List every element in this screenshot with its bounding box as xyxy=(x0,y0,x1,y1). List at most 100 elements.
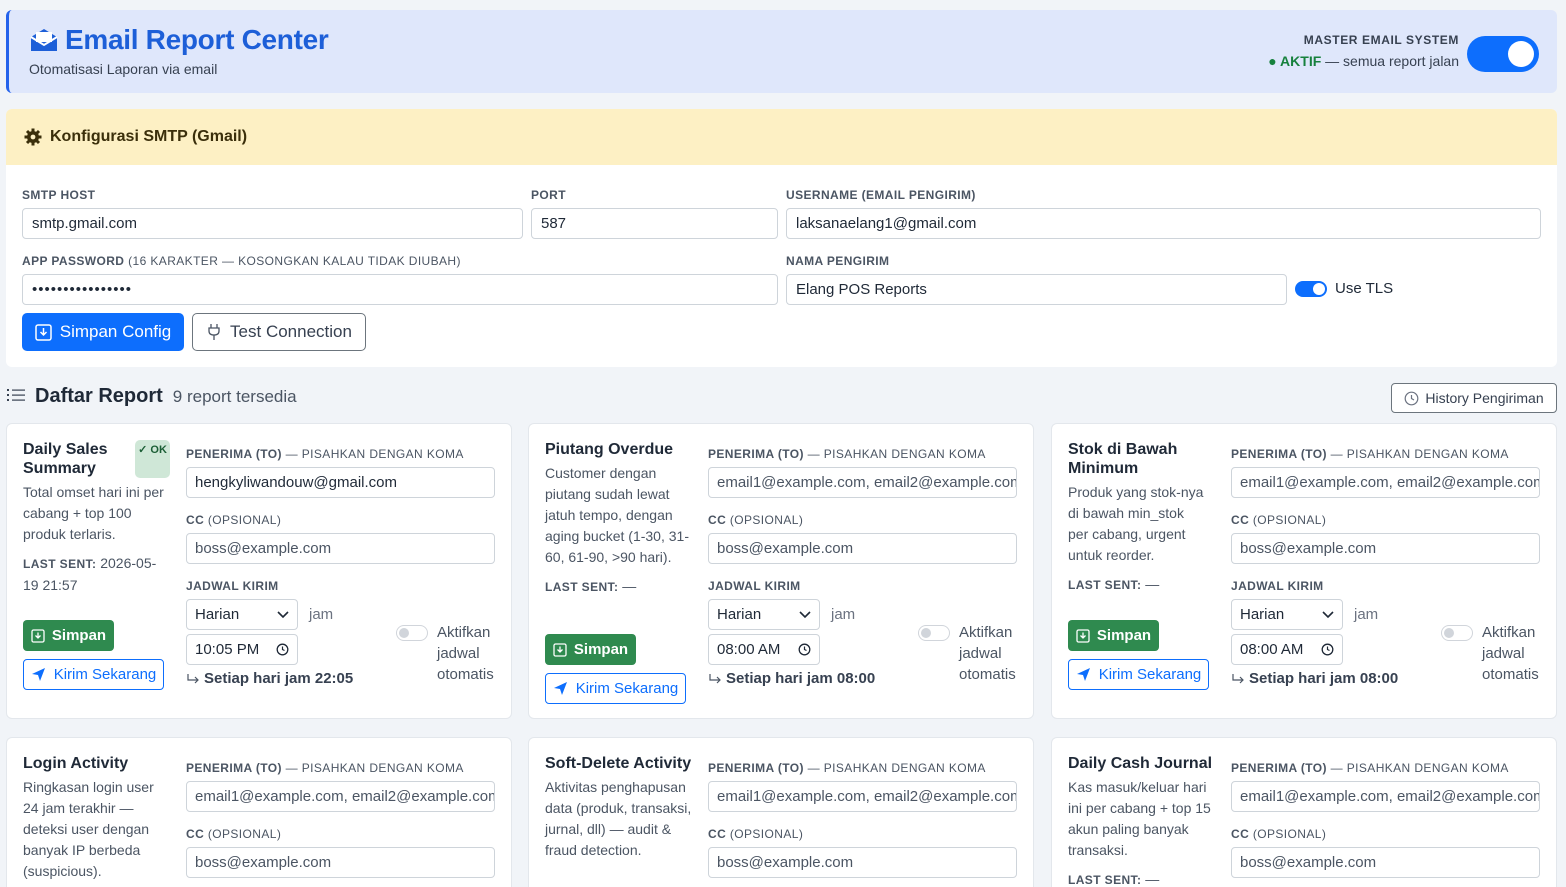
last-sent: LAST SENT: — xyxy=(1068,574,1208,596)
simpan-button[interactable]: Simpan xyxy=(1068,620,1159,651)
sender-name-input[interactable]: Elang POS Reports xyxy=(786,274,1287,305)
port-input[interactable]: 587 xyxy=(531,208,778,239)
cc-label: CC (OPSIONAL) xyxy=(186,827,281,841)
username-label: USERNAME (EMAIL PENGIRIM) xyxy=(786,188,976,202)
last-sent-label: LAST SENT: xyxy=(545,580,619,594)
frequency-select[interactable]: Harian xyxy=(708,599,820,630)
auto-schedule-toggle[interactable] xyxy=(918,625,950,641)
schedule-label: JADWAL KIRIM xyxy=(186,579,279,593)
schedule-summary: Setiap hari jam 22:05 xyxy=(186,670,353,687)
to-label-text: PENERIMA (TO) xyxy=(186,761,282,775)
to-input[interactable]: email1@example.com, email2@example.com xyxy=(186,781,495,812)
report-title: Piutang Overdue xyxy=(545,441,674,458)
cc-label-hint: (OPSIONAL) xyxy=(726,513,804,527)
page-title: Email Report Center xyxy=(65,24,329,55)
report-title: Stok di Bawah Minimum xyxy=(1068,441,1178,477)
username-input[interactable]: laksanaelang1@gmail.com xyxy=(786,208,1541,239)
last-sent-value: — xyxy=(1145,871,1160,887)
time-input[interactable]: 08:00 AM xyxy=(1231,634,1343,665)
cc-input[interactable]: boss@example.com xyxy=(1231,533,1540,564)
report-card-stok-minimum: Stok di Bawah Minimum Produk yang stok-n… xyxy=(1051,423,1557,719)
test-connection-button[interactable]: Test Connection xyxy=(192,313,366,351)
cc-label-text: CC xyxy=(1231,827,1250,841)
schedule-summary: Setiap hari jam 08:00 xyxy=(708,670,875,687)
cc-input[interactable]: boss@example.com xyxy=(186,847,495,878)
smtp-config-header: Konfigurasi SMTP (Gmail) xyxy=(6,109,1557,165)
to-label-text: PENERIMA (TO) xyxy=(708,761,804,775)
time-input[interactable]: 10:05 PM xyxy=(186,634,298,665)
time-value: 08:00 AM xyxy=(717,641,781,658)
gear-icon xyxy=(24,128,42,146)
to-input[interactable]: email1@example.com, email2@example.com xyxy=(708,467,1017,498)
simpan-button[interactable]: Simpan xyxy=(545,634,636,665)
last-sent-value: — xyxy=(1145,576,1160,592)
cc-label: CC (OPSIONAL) xyxy=(708,513,803,527)
auto-schedule-label: Aktifkan jadwal otomatis xyxy=(959,624,1016,683)
auto-schedule-toggle[interactable] xyxy=(1441,625,1473,641)
master-status: ● AKTIF — semua report jalan xyxy=(1268,53,1459,69)
use-tls-toggle[interactable] xyxy=(1295,280,1327,297)
to-input[interactable]: email1@example.com, email2@example.com xyxy=(1231,781,1540,812)
smtp-host-input[interactable]: smtp.gmail.com xyxy=(22,208,523,239)
cc-input[interactable]: boss@example.com xyxy=(708,533,1017,564)
frequency-value: Harian xyxy=(1240,606,1285,623)
return-arrow-icon xyxy=(186,673,200,685)
to-label-hint: — PISAHKAN DENGAN KOMA xyxy=(1326,761,1509,775)
schedule-label: JADWAL KIRIM xyxy=(1231,579,1324,593)
app-password-label-text: APP PASSWORD xyxy=(22,254,125,268)
history-button[interactable]: History Pengiriman xyxy=(1391,383,1557,413)
use-tls-label: Use TLS xyxy=(1335,280,1394,297)
master-toggle[interactable] xyxy=(1467,36,1539,72)
simpan-button[interactable]: Simpan xyxy=(23,620,114,651)
simpan-label: Simpan xyxy=(51,627,107,644)
app-password-label: APP PASSWORD (16 KARAKTER — KOSONGKAN KA… xyxy=(22,254,461,268)
use-tls-switch[interactable]: Use TLS xyxy=(1295,280,1393,297)
report-title: Daily Sales Summary xyxy=(23,441,108,477)
cc-label-hint: (OPSIONAL) xyxy=(1249,513,1327,527)
schedule-text: Setiap hari jam 08:00 xyxy=(726,670,876,687)
last-sent-label: LAST SENT: xyxy=(1068,578,1142,592)
cc-label-text: CC xyxy=(708,827,727,841)
to-input[interactable]: email1@example.com, email2@example.com xyxy=(1231,467,1540,498)
smtp-config-title: Konfigurasi SMTP (Gmail) xyxy=(50,128,248,145)
save-config-button[interactable]: Simpan Config xyxy=(22,313,184,351)
to-label-text: PENERIMA (TO) xyxy=(1231,761,1327,775)
auto-schedule-label: Aktifkan jadwal otomatis xyxy=(1482,624,1539,683)
sender-name-label: NAMA PENGIRIM xyxy=(786,254,890,268)
frequency-select[interactable]: Harian xyxy=(186,599,298,630)
save-icon xyxy=(34,323,52,341)
master-email-system: MASTER EMAIL SYSTEM ● AKTIF — semua repo… xyxy=(1268,33,1459,69)
kirim-sekarang-button[interactable]: Kirim Sekarang xyxy=(545,673,686,704)
simpan-label: Simpan xyxy=(1096,627,1152,644)
page-subtitle: Otomatisasi Laporan via email xyxy=(29,61,218,77)
cc-label-hint: (OPSIONAL) xyxy=(1249,827,1327,841)
time-input[interactable]: 08:00 AM xyxy=(708,634,820,665)
to-label-hint: — PISAHKAN DENGAN KOMA xyxy=(1326,447,1509,461)
smtp-config-card: Konfigurasi SMTP (Gmail) SMTP HOST smtp.… xyxy=(6,109,1557,367)
report-card-daily-cash-journal: Daily Cash Journal Kas masuk/keluar hari… xyxy=(1051,737,1557,887)
send-icon xyxy=(1076,667,1091,682)
chevron-down-icon xyxy=(277,610,289,619)
list-icon xyxy=(7,388,25,402)
to-label: PENERIMA (TO) — PISAHKAN DENGAN KOMA xyxy=(1231,761,1509,775)
kirim-sekarang-button[interactable]: Kirim Sekarang xyxy=(1068,659,1209,690)
cc-input[interactable]: boss@example.com xyxy=(1231,847,1540,878)
cc-input[interactable]: boss@example.com xyxy=(186,533,495,564)
to-input[interactable]: hengkyliwandouw@gmail.com xyxy=(186,467,495,498)
master-status-active: ● AKTIF xyxy=(1268,53,1322,69)
to-label: PENERIMA (TO) — PISAHKAN DENGAN KOMA xyxy=(1231,447,1509,461)
report-card-login-activity: Login Activity Ringkasan login user 24 j… xyxy=(6,737,512,887)
cc-input[interactable]: boss@example.com xyxy=(708,847,1017,878)
report-card-piutang-overdue: Piutang Overdue Customer dengan piutang … xyxy=(528,423,1034,719)
report-description: Customer dengan piutang sudah lewat jatu… xyxy=(545,465,689,565)
to-label: PENERIMA (TO) — PISAHKAN DENGAN KOMA xyxy=(186,761,464,775)
app-password-input[interactable]: •••••••••••••••• xyxy=(22,274,778,305)
report-card-soft-delete: Soft-Delete Activity Aktivitas penghapus… xyxy=(528,737,1034,887)
last-sent-label: LAST SENT: xyxy=(23,557,97,571)
frequency-select[interactable]: Harian xyxy=(1231,599,1343,630)
clock-icon xyxy=(1321,643,1334,656)
kirim-sekarang-button[interactable]: Kirim Sekarang xyxy=(23,659,164,690)
last-sent: LAST SENT: — xyxy=(545,576,695,598)
to-input[interactable]: email1@example.com, email2@example.com xyxy=(708,781,1017,812)
auto-schedule-toggle[interactable] xyxy=(396,625,428,641)
